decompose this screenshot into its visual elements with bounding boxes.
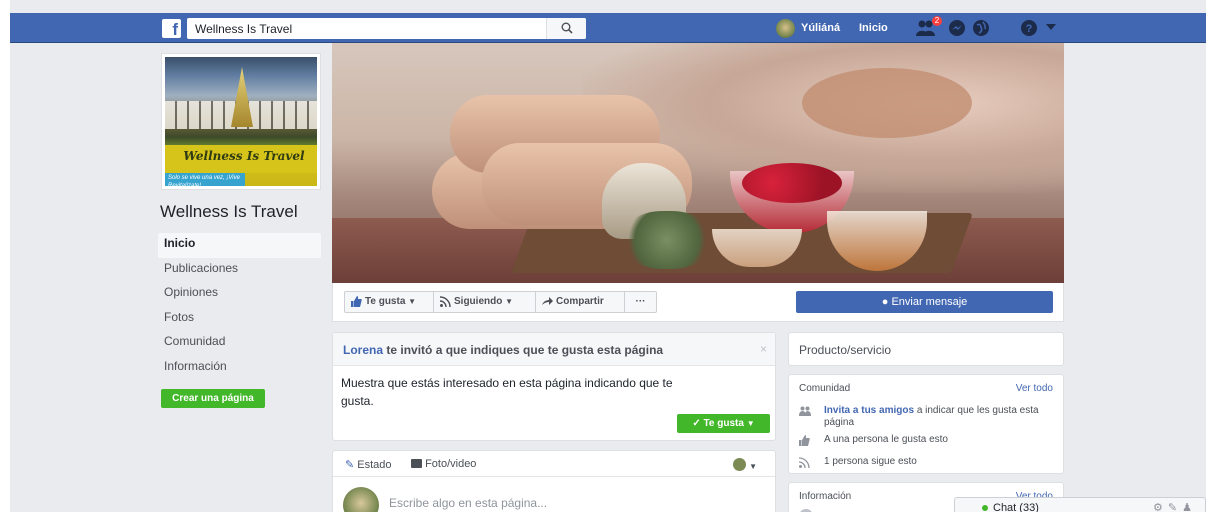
search-input[interactable]: Wellness Is Travel	[195, 22, 292, 36]
invite-like-button[interactable]: ✓ Te gusta ▼	[677, 414, 770, 433]
cover-rose-petals	[742, 163, 842, 203]
nav-item-inicio[interactable]: Inicio	[158, 233, 321, 258]
profile-tagline: Solo se vive una vez, ¡Vive Revitalízate…	[165, 173, 245, 186]
camera-icon	[411, 459, 422, 468]
community-card: Comunidad Ver todo Invita a tus amigos a…	[788, 374, 1064, 474]
community-header: Comunidad Ver todo	[789, 375, 1063, 397]
invite-friends-link[interactable]: Invita a tus amigos	[824, 405, 914, 416]
invite-like-label: Te gusta	[703, 418, 744, 429]
community-title: Comunidad	[799, 383, 851, 394]
share-button-label: Compartir	[556, 296, 604, 307]
close-icon[interactable]: ×	[760, 342, 767, 356]
composer-avatar	[343, 487, 379, 512]
rss-follow-icon	[799, 457, 810, 468]
invite-card-body: Muestra que estás interesado en esta pág…	[341, 376, 673, 408]
send-message-label: Enviar mensaje	[891, 296, 968, 308]
invite-friends-row: Invita a tus amigos a indicar que les gu…	[799, 405, 1039, 429]
friends-icon	[799, 406, 811, 416]
messenger-icon[interactable]	[948, 19, 966, 37]
share-button[interactable]: Compartir	[536, 291, 625, 313]
community-see-all-link[interactable]: Ver todo	[1016, 383, 1053, 394]
svg-text:?: ?	[1026, 23, 1033, 35]
cover-herbs	[622, 211, 712, 269]
following-button[interactable]: Siguiendo ▼	[434, 291, 536, 313]
chat-options-icons[interactable]: ⚙✎♟	[1153, 501, 1197, 512]
user-name: Yúliáná	[801, 22, 841, 34]
page-profile-picture[interactable]: Wellness Is Travel Solo se vive una vez,…	[161, 53, 321, 190]
follows-text: 1 persona sigue esto	[824, 456, 917, 467]
like-button-label: Te gusta	[365, 296, 406, 307]
thumbs-up-icon	[351, 296, 362, 307]
invite-card: Lorena te invitó a que indiques que te g…	[332, 332, 776, 441]
inviter-name-link[interactable]: Lorena	[343, 343, 383, 357]
page-title: Wellness Is Travel	[160, 202, 298, 221]
composer-tabs: ✎ Estado Foto/video ▼	[333, 451, 775, 477]
chevron-down-icon: ▼	[746, 419, 755, 428]
friend-requests-badge: 2	[932, 16, 942, 26]
chevron-down-icon: ▼	[408, 297, 417, 306]
user-avatar	[776, 19, 795, 38]
following-button-label: Siguiendo	[454, 296, 503, 307]
composer-input[interactable]: Escribe algo en esta página...	[389, 496, 547, 510]
tab-foto-video-label: Foto/video	[425, 458, 477, 470]
online-status-dot	[982, 505, 988, 511]
invite-message: te invitó a que indiques que te gusta es…	[386, 343, 664, 357]
profile-image-monument	[231, 67, 253, 127]
thumbs-up-icon	[799, 435, 810, 446]
tab-estado-label: Estado	[357, 459, 392, 471]
page-avatar-icon	[733, 458, 746, 471]
page-left-navigation: Inicio Publicaciones Opiniones Fotos Com…	[158, 233, 321, 380]
pencil-icon: ✎	[345, 459, 355, 471]
nav-item-fotos[interactable]: Fotos	[158, 307, 321, 332]
post-composer: ✎ Estado Foto/video ▼ Escribe algo en es…	[332, 450, 776, 512]
likes-text: A una persona le gusta esto	[824, 434, 948, 445]
help-icon[interactable]: ?	[1020, 19, 1038, 37]
notifications-globe-icon[interactable]	[972, 19, 990, 37]
nav-item-comunidad[interactable]: Comunidad	[158, 331, 321, 356]
nav-item-publicaciones[interactable]: Publicaciones	[158, 258, 321, 283]
account-menu-chevron-down-icon[interactable]	[1046, 24, 1056, 31]
search-icon	[561, 22, 573, 34]
info-title: Información	[799, 491, 852, 502]
create-page-button[interactable]: Crear una página	[161, 389, 265, 408]
chat-bar[interactable]: Chat (33) ⚙✎♟	[954, 497, 1206, 512]
tab-estado[interactable]: ✎ Estado	[345, 458, 392, 471]
page-category: Producto/servicio	[788, 332, 1064, 366]
checkmark-icon: ✓	[692, 418, 701, 429]
home-link[interactable]: Inicio	[859, 22, 888, 34]
search-button[interactable]	[546, 18, 586, 39]
messenger-icon: ●	[881, 296, 889, 308]
invite-card-header: Lorena te invitó a que indiques que te g…	[333, 333, 775, 366]
page-action-bar: Te gusta ▼ Siguiendo ▼ Compartir ··· ● E…	[332, 283, 1064, 322]
tab-foto-video[interactable]: Foto/video	[411, 458, 476, 470]
search-box[interactable]: Wellness Is Travel	[187, 18, 586, 39]
nav-item-informacion[interactable]: Información	[158, 356, 321, 381]
follows-row: 1 persona sigue esto	[799, 456, 917, 468]
cover-spa-person	[802, 68, 972, 138]
profile-logo-text: Wellness Is Travel	[183, 149, 305, 163]
like-page-button[interactable]: Te gusta ▼	[344, 291, 434, 313]
cover-photo[interactable]	[332, 43, 1064, 283]
audience-selector[interactable]: ▼	[733, 458, 757, 472]
top-navigation-bar: f Wellness Is Travel Yúliáná Inicio 2 ?	[10, 13, 1206, 43]
chevron-down-icon: ▼	[505, 297, 514, 306]
rss-follow-icon	[440, 296, 451, 307]
send-message-button[interactable]: ● Enviar mensaje	[796, 291, 1053, 313]
facebook-logo-icon[interactable]: f	[162, 19, 181, 39]
nav-item-opiniones[interactable]: Opiniones	[158, 282, 321, 307]
profile-image: Wellness Is Travel Solo se vive una vez,…	[165, 57, 317, 186]
likes-row: A una persona le gusta esto	[799, 434, 948, 446]
share-arrow-icon	[542, 297, 553, 305]
page-stage: f Wellness Is Travel Yúliáná Inicio 2 ? …	[10, 0, 1206, 512]
chevron-down-icon: ▼	[749, 462, 757, 471]
chat-label: Chat (33)	[993, 502, 1039, 512]
more-options-button[interactable]: ···	[625, 291, 657, 313]
